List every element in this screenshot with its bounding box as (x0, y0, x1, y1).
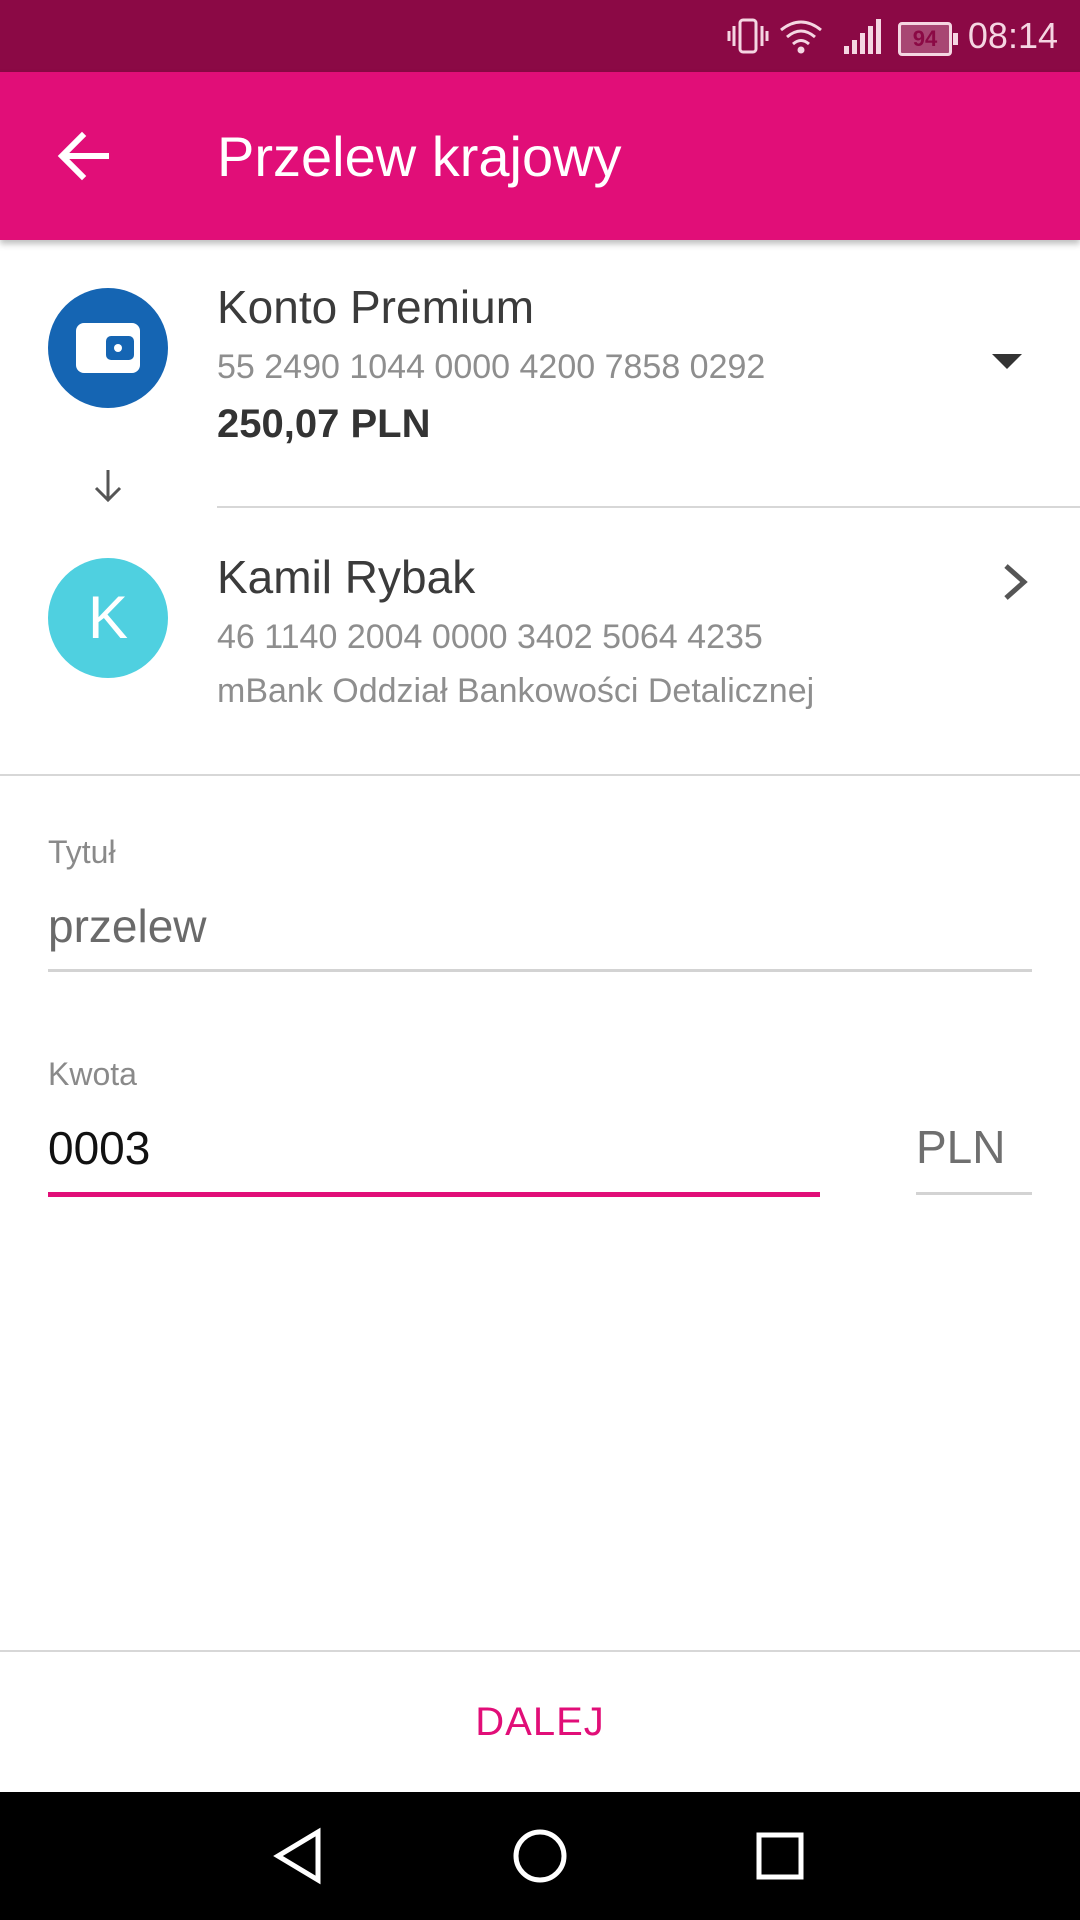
vibrate-icon (727, 18, 769, 54)
arrow-back-icon[interactable] (44, 114, 128, 198)
divider (0, 774, 1080, 776)
nav-recents-icon[interactable] (738, 1814, 822, 1898)
wallet-icon (76, 323, 140, 373)
amount-input[interactable] (48, 1118, 818, 1178)
battery-icon: 94 (898, 22, 958, 56)
app-bar: Przelew krajowy (0, 72, 1080, 240)
divider (217, 506, 1080, 508)
nav-home-icon[interactable] (498, 1814, 582, 1898)
status-bar: 94 08:14 (0, 0, 1080, 72)
signal-icon (844, 19, 881, 54)
dropdown-arrow-icon[interactable] (990, 350, 1024, 372)
nav-back-icon[interactable] (258, 1814, 342, 1898)
currency-underline (916, 1192, 1032, 1195)
recipient-name: Kamil Rybak (217, 551, 476, 603)
from-account-balance: 250,07 PLN (217, 402, 431, 446)
status-time: 08:14 (967, 15, 1058, 56)
account-avatar (48, 288, 168, 408)
title-underline (48, 969, 1032, 972)
title-label: Tytuł (48, 834, 116, 870)
from-account-name: Konto Premium (217, 281, 535, 333)
recipient-bank: mBank Oddział Bankowości Detalicznej (217, 672, 815, 710)
from-account-number: 55 2490 1044 0000 4200 7858 0292 (217, 348, 766, 386)
title-input[interactable] (48, 896, 1028, 956)
wifi-icon (780, 20, 822, 54)
chevron-right-icon[interactable] (998, 560, 1034, 604)
currency-selector[interactable]: PLN (916, 1120, 1005, 1174)
amount-underline (48, 1192, 820, 1197)
amount-label: Kwota (48, 1056, 137, 1092)
arrow-down-icon (94, 470, 122, 503)
next-button[interactable]: DALEJ (0, 1650, 1080, 1792)
recipient-avatar: K (48, 558, 168, 678)
recipient-account-number: 46 1140 2004 0000 3402 5064 4235 (217, 618, 763, 656)
page-title: Przelew krajowy (217, 125, 622, 188)
navigation-bar (0, 1792, 1080, 1920)
